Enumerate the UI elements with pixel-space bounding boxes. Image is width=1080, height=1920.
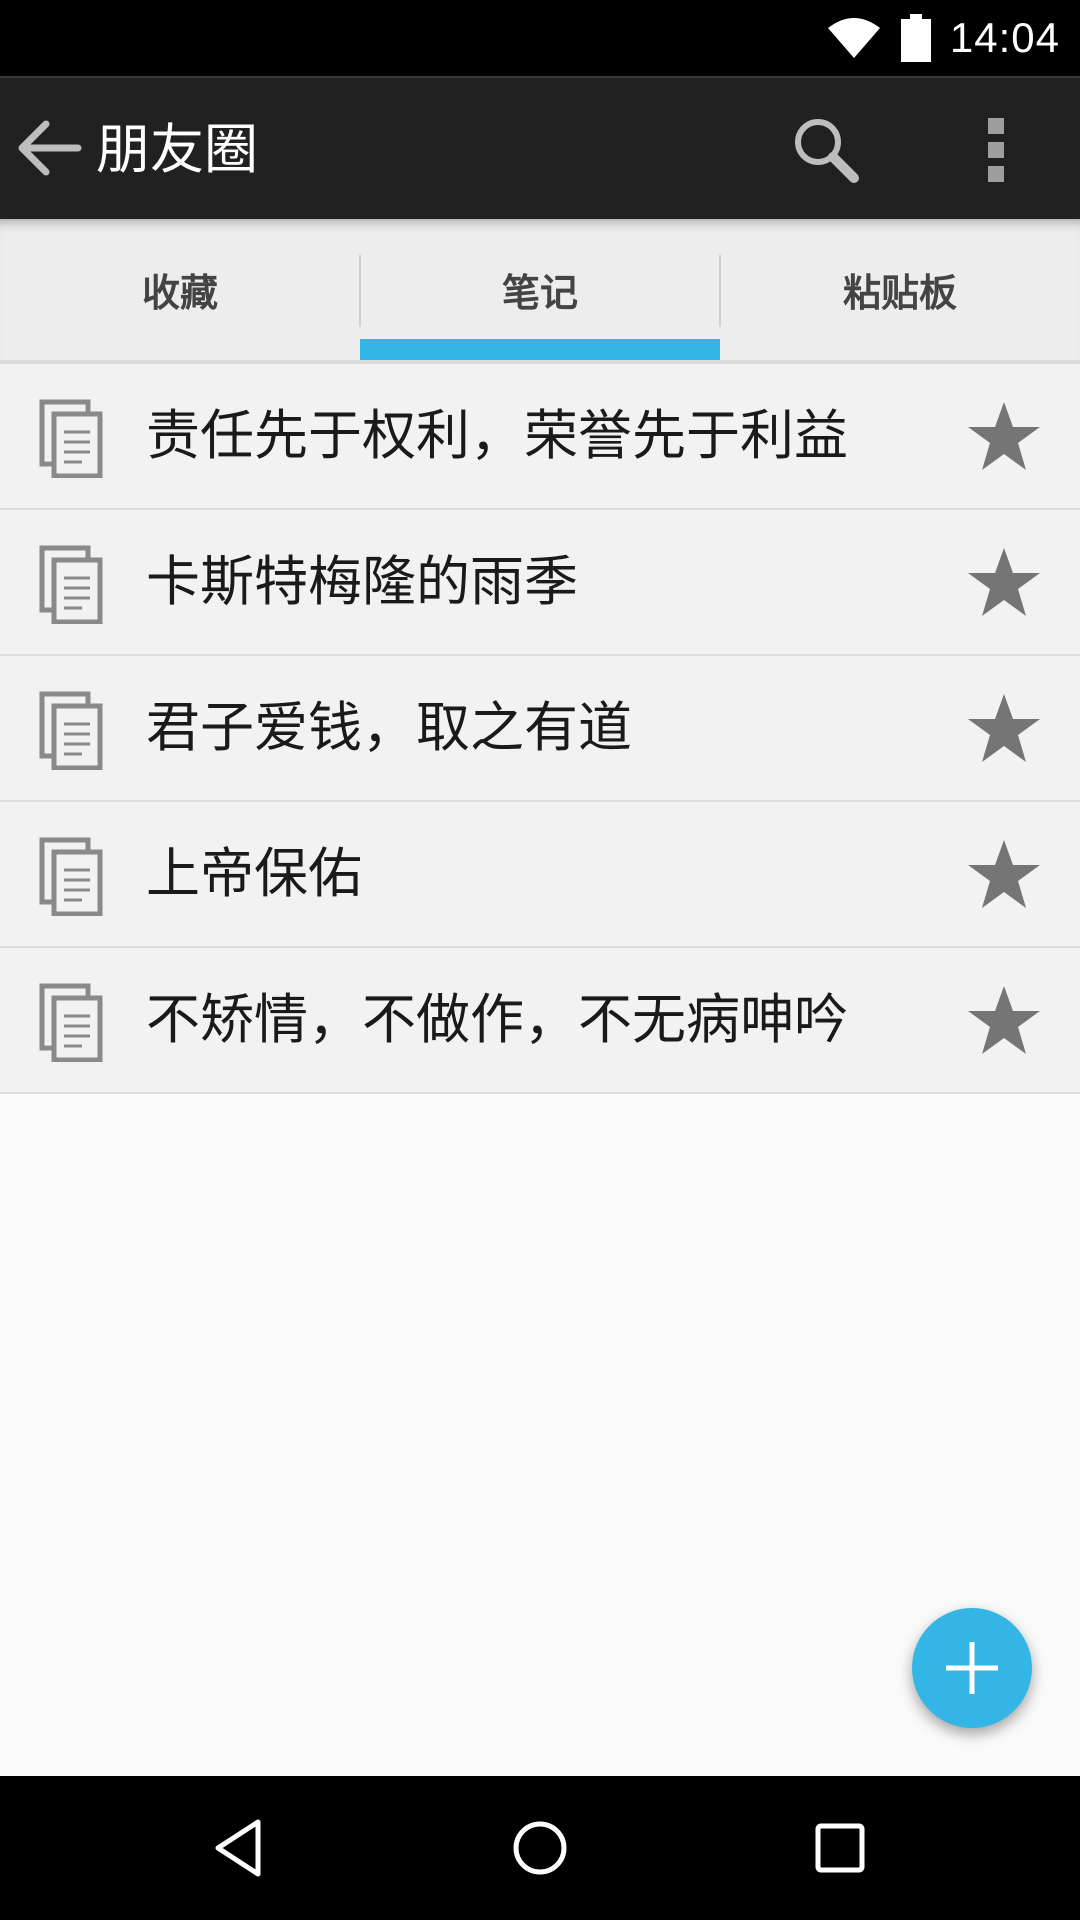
document-icon (39, 399, 103, 478)
star-icon[interactable] (966, 692, 1042, 764)
note-title: 上帝保佑 (146, 842, 362, 905)
page-title: 朋友圈 (96, 118, 258, 181)
plus-icon (946, 1642, 998, 1694)
list-item[interactable]: 上帝保佑 (0, 802, 1080, 948)
star-icon[interactable] (966, 546, 1042, 618)
note-title: 责任先于权利，荣誉先于利益 (146, 404, 848, 467)
tab-clipboard[interactable]: 粘贴板 (720, 219, 1080, 360)
wifi-icon (827, 18, 880, 58)
list-item[interactable]: 责任先于权利，荣誉先于利益 (0, 364, 1080, 510)
star-icon[interactable] (966, 984, 1042, 1056)
notes-list: 责任先于权利，荣誉先于利益 卡斯特梅隆的雨季 君子爱钱，取之有道 上帝保佑 不矫… (0, 364, 1080, 1094)
search-icon[interactable] (790, 114, 862, 186)
document-icon (39, 691, 103, 770)
document-icon (39, 545, 103, 624)
status-bar: 14:04 (0, 0, 1080, 76)
app-bar: 朋友圈 (0, 76, 1080, 219)
note-title: 不矫情，不做作，不无病呻吟 (146, 988, 848, 1051)
nav-back-icon[interactable] (204, 1812, 276, 1884)
add-note-button[interactable] (912, 1608, 1032, 1728)
tab-bar: 收藏 笔记 粘贴板 (0, 219, 1080, 364)
list-item[interactable]: 君子爱钱，取之有道 (0, 656, 1080, 802)
battery-icon (900, 14, 931, 62)
star-icon[interactable] (966, 400, 1042, 472)
list-item[interactable]: 不矫情，不做作，不无病呻吟 (0, 948, 1080, 1094)
overflow-menu-icon[interactable] (966, 114, 1026, 186)
back-arrow-icon[interactable] (12, 112, 84, 184)
document-icon (39, 983, 103, 1062)
star-icon[interactable] (966, 838, 1042, 910)
nav-home-icon[interactable] (504, 1812, 576, 1884)
selected-tab-indicator (360, 339, 720, 360)
system-nav-bar (0, 1776, 1080, 1920)
document-icon (39, 837, 103, 916)
nav-recents-icon[interactable] (804, 1812, 876, 1884)
status-time: 14:04 (949, 14, 1060, 61)
list-item[interactable]: 卡斯特梅隆的雨季 (0, 510, 1080, 656)
note-title: 卡斯特梅隆的雨季 (146, 550, 578, 613)
note-title: 君子爱钱，取之有道 (146, 696, 632, 759)
tab-favorites[interactable]: 收藏 (0, 219, 360, 360)
